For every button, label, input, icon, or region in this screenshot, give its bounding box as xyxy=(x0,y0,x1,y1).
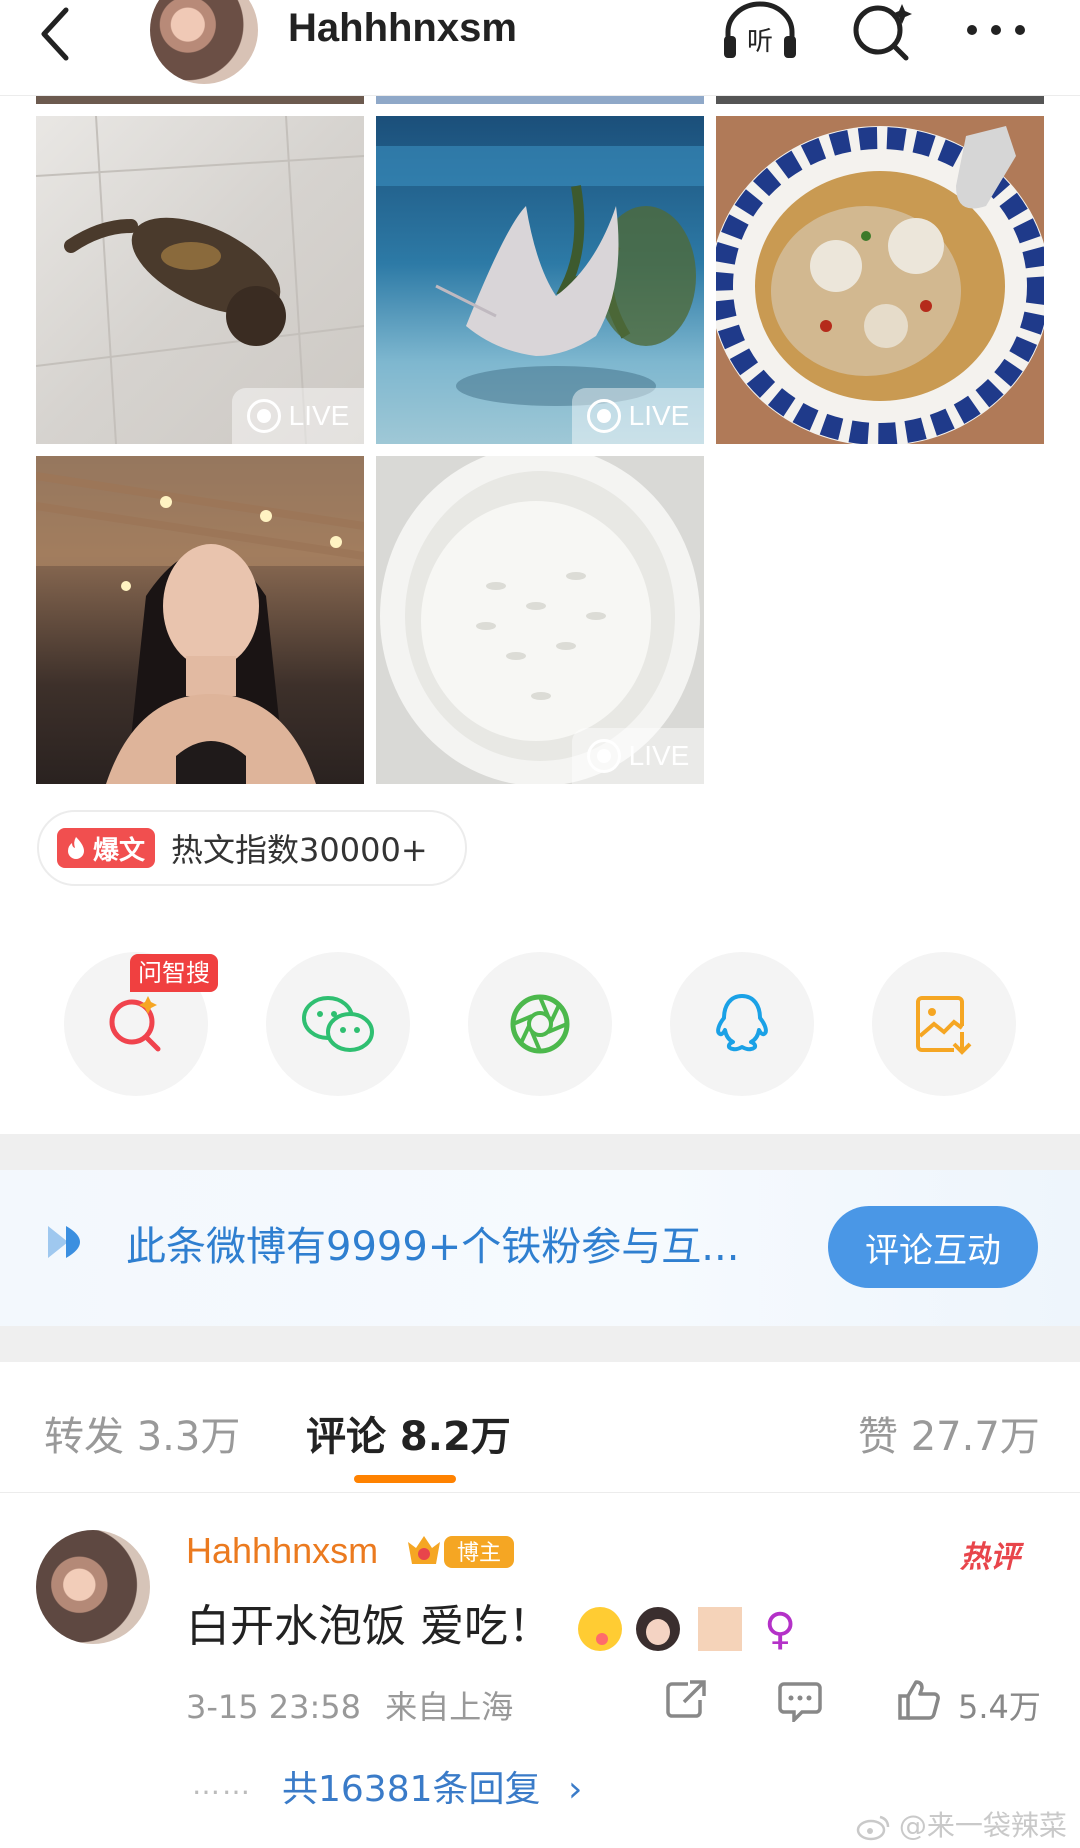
weibo-logo-icon xyxy=(856,1815,890,1841)
comment-meta: 3-15 23:58 来自上海 xyxy=(186,1682,513,1728)
section-divider xyxy=(0,1326,1080,1362)
view-replies-link[interactable]: 共16381条回复 › xyxy=(282,1760,582,1812)
fans-banner-text: 此条微博有9999+个铁粉参与互... xyxy=(126,1224,740,1270)
comment-location: 来自上海 xyxy=(385,1688,514,1726)
commenter-name[interactable]: Hahhhnxsm xyxy=(186,1530,378,1572)
like-thumb-icon[interactable] xyxy=(896,1678,940,1722)
top-bar: Hahhhnxsm 听 xyxy=(0,0,1080,96)
live-badge: LIVE xyxy=(232,388,364,444)
stingray-photo[interactable]: LIVE xyxy=(376,116,704,444)
fans-play-icon xyxy=(48,1226,80,1258)
wechat-icon xyxy=(302,996,374,1052)
noodle-bowl-image xyxy=(716,116,1044,444)
hot-tag: 爆文 xyxy=(57,828,156,868)
save-image-share-button[interactable] xyxy=(872,952,1016,1096)
chevron-right-icon: › xyxy=(567,1769,583,1810)
rice-bowl-photo[interactable]: LIVE xyxy=(376,456,704,784)
tab-comment[interactable]: 评论 8.2万 xyxy=(306,1404,511,1462)
tab-like[interactable]: 赞 27.7万 xyxy=(858,1404,1040,1462)
flame-icon xyxy=(68,837,84,859)
emoji-yum-icon xyxy=(578,1607,622,1651)
svg-text:听: 听 xyxy=(747,27,773,57)
replies-ellipsis: …… xyxy=(192,1768,252,1801)
save-image-icon xyxy=(916,996,972,1055)
section-divider xyxy=(0,1134,1080,1170)
selfie-photo[interactable] xyxy=(36,456,364,784)
previous-photo-edge xyxy=(36,96,364,104)
previous-photo-edge xyxy=(376,96,704,104)
comment-time: 3-15 23:58 xyxy=(186,1688,362,1726)
moments-share-button[interactable] xyxy=(468,952,612,1096)
fans-banner[interactable]: 此条微博有9999+个铁粉参与互... 评论互动 xyxy=(0,1170,1080,1326)
active-tab-indicator xyxy=(354,1475,456,1483)
cat-photo[interactable]: LIVE xyxy=(36,116,364,444)
listen-headphones-icon[interactable]: 听 xyxy=(720,0,800,64)
hot-comment-tag: 热评 xyxy=(960,1540,1020,1575)
reply-comment-icon[interactable] xyxy=(778,1680,822,1722)
blogger-badge: 博主 xyxy=(408,1536,514,1568)
comment-interact-button[interactable]: 评论互动 xyxy=(828,1206,1038,1288)
more-icon[interactable] xyxy=(958,0,1038,64)
noodle-bowl-photo[interactable] xyxy=(716,116,1044,444)
avatar[interactable] xyxy=(150,0,258,84)
selfie-image xyxy=(36,456,364,784)
emoji-skin-tone-icon xyxy=(698,1607,742,1651)
back-arrow-icon[interactable] xyxy=(32,6,88,62)
hot-index-pill[interactable]: 爆文 热文指数30000+ xyxy=(37,810,467,886)
qq-share-button[interactable] xyxy=(670,952,814,1096)
svg-text:博主: 博主 xyxy=(457,1541,501,1566)
live-icon xyxy=(586,739,621,773)
wechat-share-button[interactable] xyxy=(266,952,410,1096)
page-title[interactable]: Hahhhnxsm xyxy=(288,6,517,51)
commenter-avatar[interactable] xyxy=(36,1530,150,1644)
ai-search-icon[interactable] xyxy=(840,0,920,64)
emoji-female-sign-icon: ♀ xyxy=(764,1603,797,1655)
watermark: @来一袋辣菜 xyxy=(856,1804,1067,1844)
tab-repost[interactable]: 转发 3.3万 xyxy=(44,1404,240,1462)
emoji-woman-icon xyxy=(636,1607,680,1651)
tabs-divider xyxy=(0,1492,1080,1493)
live-icon xyxy=(586,399,621,433)
share-comment-icon[interactable] xyxy=(664,1678,708,1722)
live-badge: LIVE xyxy=(572,728,704,784)
comment-like-count: 5.4万 xyxy=(958,1688,1041,1726)
qq-penguin-icon xyxy=(716,994,768,1052)
moments-shutter-icon xyxy=(510,994,570,1054)
live-badge: LIVE xyxy=(572,388,704,444)
live-icon xyxy=(246,399,281,433)
previous-photo-edge xyxy=(716,96,1044,104)
ai-search-icon xyxy=(109,996,161,1052)
ai-search-tag: 问智搜 xyxy=(130,954,218,992)
comment-text: 白开水泡饭 爱吃！ ♀ xyxy=(186,1601,797,1655)
